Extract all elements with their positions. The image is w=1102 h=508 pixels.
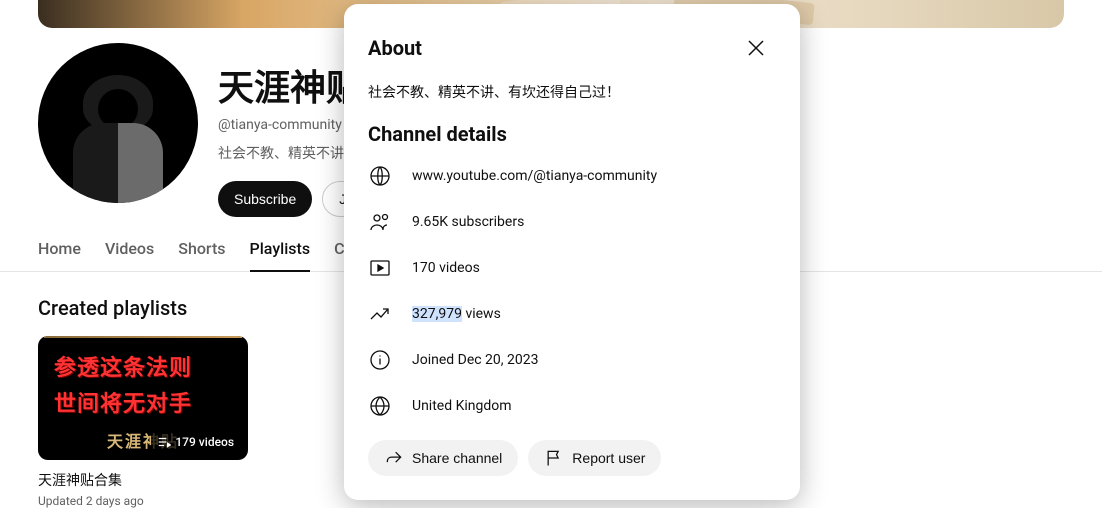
subscribe-button[interactable]: Subscribe	[218, 181, 312, 217]
location-icon	[368, 394, 392, 418]
about-heading: About	[368, 36, 422, 60]
views-suffix: views	[462, 306, 501, 322]
subscribers-icon	[368, 210, 392, 234]
tab-more[interactable]: C	[334, 229, 344, 271]
close-button[interactable]	[736, 28, 776, 68]
share-channel-label: Share channel	[412, 450, 502, 466]
location-value: United Kingdom	[412, 398, 512, 414]
tab-shorts[interactable]: Shorts	[178, 229, 225, 271]
detail-url-row: www.youtube.com/@tianya-community	[368, 164, 776, 188]
close-icon	[744, 36, 768, 60]
views-number: 327,979	[412, 306, 462, 322]
report-user-label: Report user	[572, 450, 645, 466]
detail-subscribers-row: 9.65K subscribers	[368, 210, 776, 234]
about-description: 社会不教、精英不讲、有坎还得自己过！	[368, 82, 776, 102]
tab-playlists[interactable]: Playlists	[250, 229, 311, 272]
avatar[interactable]	[38, 43, 198, 203]
playlist-thumbnail[interactable]: 参透这条法则 世间将无对手 天涯神贴 179 videos	[38, 336, 248, 460]
detail-location-row: United Kingdom	[368, 394, 776, 418]
trending-icon	[368, 302, 392, 326]
report-user-button[interactable]: Report user	[528, 440, 661, 476]
channel-url[interactable]: www.youtube.com/@tianya-community	[412, 168, 657, 184]
detail-views-row: 327,979 views	[368, 302, 776, 326]
detail-videos-row: 170 videos	[368, 256, 776, 280]
share-icon	[384, 448, 404, 468]
playlist-meta: Updated 2 days ago	[38, 494, 248, 508]
video-icon	[368, 256, 392, 280]
subscribers-value: 9.65K subscribers	[412, 214, 524, 230]
channel-details-heading: Channel details	[368, 122, 776, 146]
videos-value: 170 videos	[412, 260, 480, 276]
playlist-title[interactable]: 天涯神贴合集	[38, 470, 248, 490]
playlist-video-count: 179 videos	[175, 435, 234, 449]
flag-icon	[544, 448, 564, 468]
detail-joined-row: Joined Dec 20, 2023	[368, 348, 776, 372]
joined-value: Joined Dec 20, 2023	[412, 352, 539, 368]
share-channel-button[interactable]: Share channel	[368, 440, 518, 476]
tab-videos[interactable]: Videos	[105, 229, 154, 271]
views-value: 327,979 views	[412, 306, 501, 322]
thumb-text-2: 世间将无对手	[54, 386, 192, 418]
about-modal: About 社会不教、精英不讲、有坎还得自己过！ Channel details…	[344, 4, 800, 500]
globe-icon	[368, 164, 392, 188]
playlist-video-count-badge: 179 videos	[151, 432, 240, 452]
playlist-icon	[157, 435, 171, 449]
thumb-text-1: 参透这条法则	[54, 350, 192, 382]
playlist-card[interactable]: 参透这条法则 世间将无对手 天涯神贴 179 videos 天涯神贴合集 Upd…	[38, 336, 248, 508]
info-icon	[368, 348, 392, 372]
tab-home[interactable]: Home	[38, 229, 81, 271]
